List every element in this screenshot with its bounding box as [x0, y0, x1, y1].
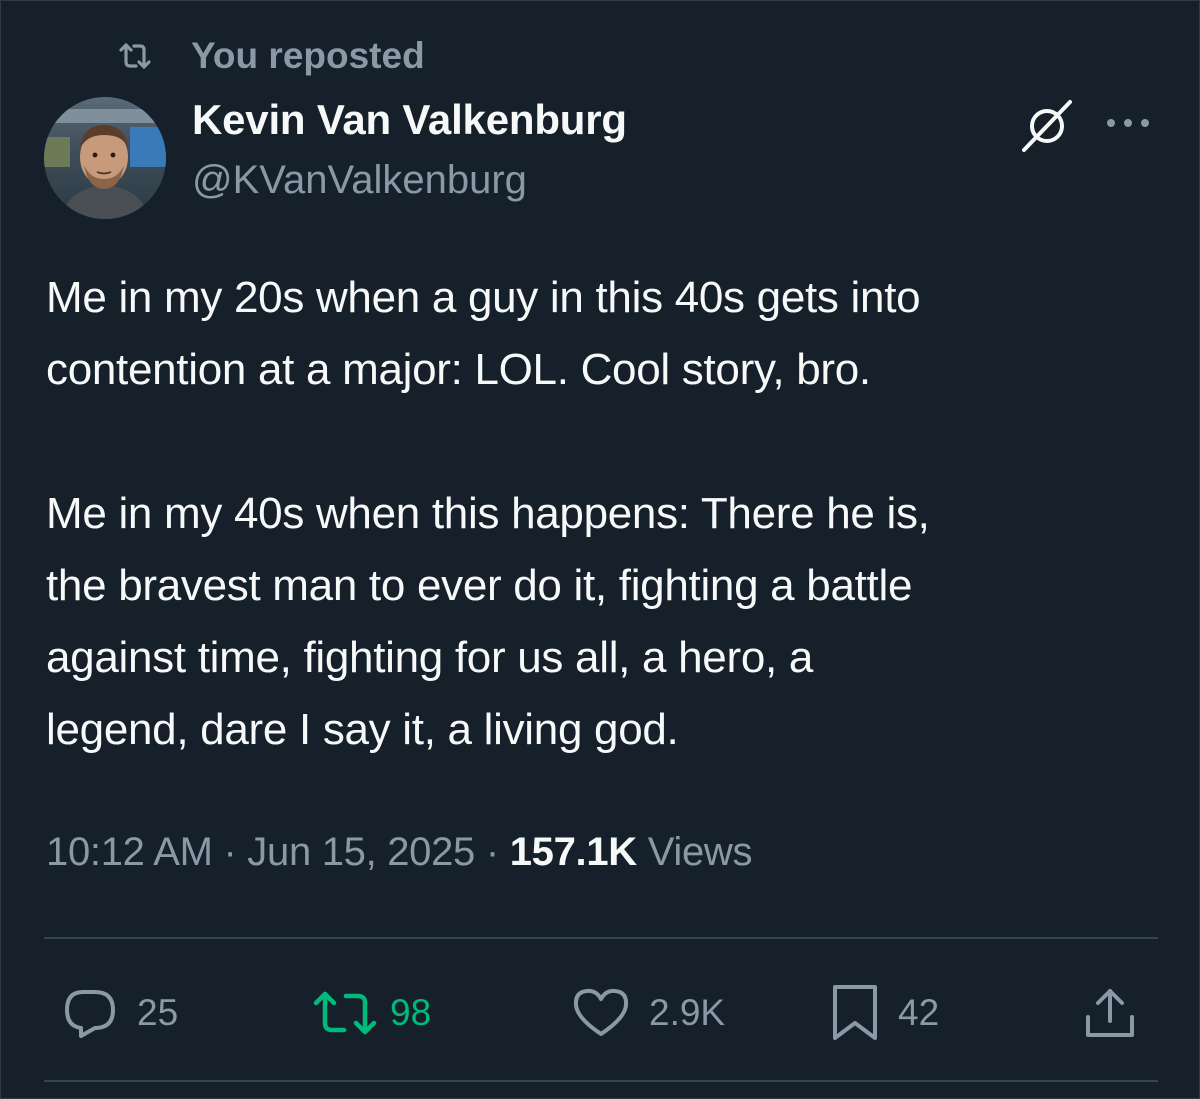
reply-button[interactable]: 25 [61, 980, 178, 1046]
tweet-meta: 10:12 AM · Jun 15, 2025 · 157.1K Views [46, 830, 753, 875]
action-bar: 25 98 2.9K 42 [0, 980, 1200, 1046]
tweet-time[interactable]: 10:12 AM [46, 830, 213, 874]
repost-icon [117, 41, 153, 71]
author-display-name[interactable]: Kevin Van Valkenburg [192, 96, 627, 144]
like-button[interactable]: 2.9K [571, 980, 725, 1046]
share-icon [1082, 985, 1138, 1041]
repost-icon [312, 987, 378, 1039]
bookmark-count: 42 [898, 992, 940, 1033]
like-count: 2.9K [649, 992, 726, 1033]
views-label[interactable]: Views [648, 830, 753, 874]
author-handle[interactable]: @KVanValkenburg [192, 158, 527, 203]
repost-count: 98 [390, 992, 432, 1033]
tweet-date[interactable]: Jun 15, 2025 [247, 830, 475, 874]
divider [44, 1080, 1158, 1082]
bookmark-button[interactable]: 42 [830, 980, 939, 1046]
bookmark-icon [830, 983, 880, 1043]
views-count[interactable]: 157.1K [510, 830, 637, 874]
heart-icon [571, 986, 631, 1040]
grok-icon[interactable] [1016, 98, 1078, 154]
divider [44, 937, 1158, 939]
reply-count: 25 [137, 992, 179, 1033]
reply-icon [61, 986, 119, 1040]
tweet-text: Me in my 20s when a guy in this 40s gets… [46, 273, 930, 754]
meta-separator: · [223, 830, 237, 874]
repost-banner[interactable]: You reposted [117, 34, 425, 78]
repost-banner-label: You reposted [191, 35, 425, 76]
more-icon[interactable] [1104, 113, 1152, 133]
share-button[interactable] [1082, 980, 1138, 1046]
meta-separator: · [485, 830, 499, 874]
repost-button[interactable]: 98 [312, 980, 431, 1046]
avatar[interactable] [44, 97, 166, 219]
